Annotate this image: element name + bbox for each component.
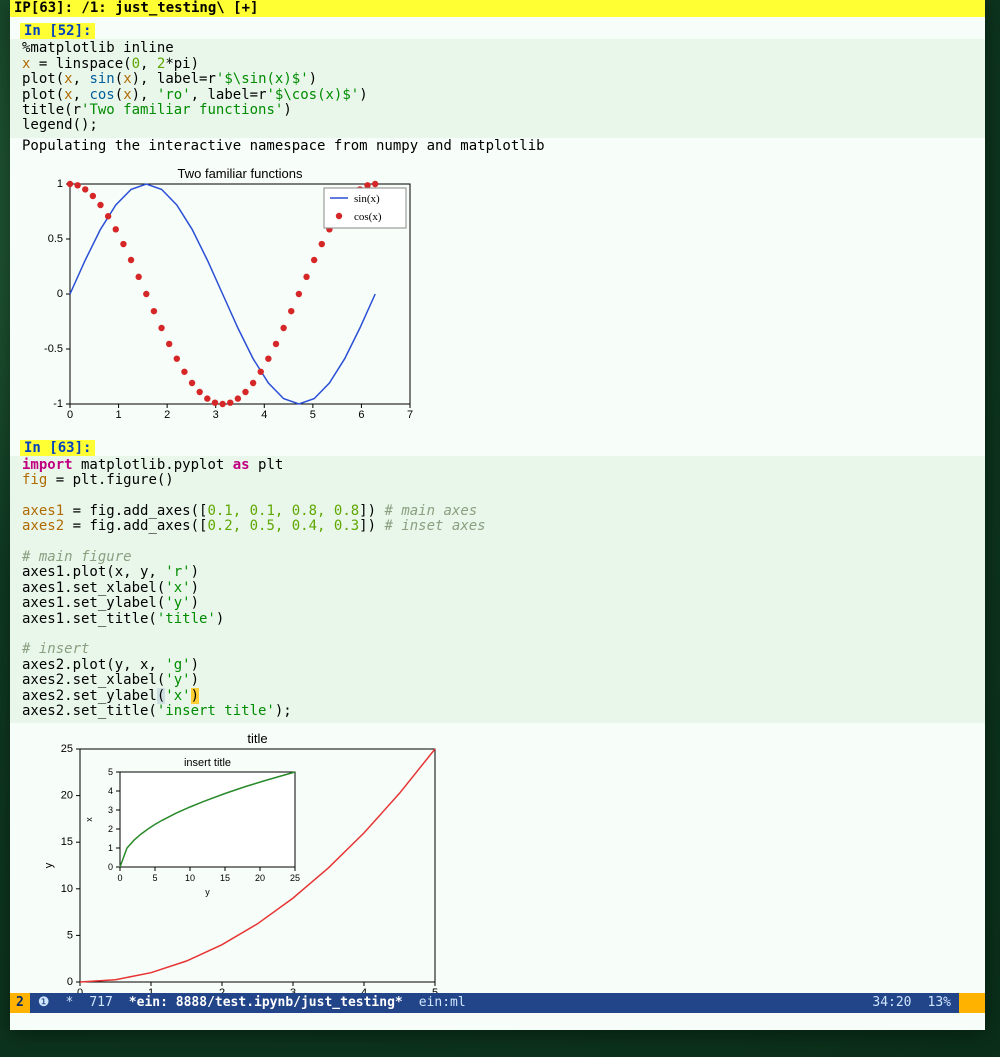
cell-prompt: In [63]: — [20, 440, 95, 456]
cursor-pos: 34:20 — [864, 995, 919, 1010]
window-number: ❶ — [30, 995, 58, 1010]
svg-text:3: 3 — [108, 805, 113, 815]
notebook-cell-52: In [52]: %matplotlib inline x = linspace… — [10, 17, 985, 433]
svg-text:x: x — [84, 817, 94, 822]
svg-text:3: 3 — [213, 409, 219, 421]
modified-indicator: * — [57, 995, 81, 1010]
svg-text:5: 5 — [310, 409, 316, 421]
plot-output-2: 0123450510152025titlexy0510152025012345i… — [10, 723, 985, 993]
svg-text:5: 5 — [108, 767, 113, 777]
svg-text:0: 0 — [67, 409, 73, 421]
svg-text:25: 25 — [61, 743, 73, 755]
svg-text:y: y — [43, 863, 55, 869]
emacs-frame: IP[63]: /1: just_testing\ [+] In [52]: %… — [10, 0, 985, 1030]
plot-output-1: 0 1 2 3 4 5 6 7 -1 -0.5 0 0.5 1 Two familiar function… — [10, 160, 985, 428]
svg-text:5: 5 — [67, 930, 73, 942]
svg-text:20: 20 — [61, 790, 73, 802]
line-count: 717 — [81, 995, 120, 1010]
code-input[interactable]: %matplotlib inline x = linspace(0, 2*pi)… — [10, 39, 985, 137]
svg-text:0: 0 — [67, 976, 73, 988]
scroll-pct: 13% — [920, 995, 959, 1010]
svg-text:y: y — [205, 887, 210, 897]
modeline-endcap — [959, 993, 985, 1012]
svg-text:6: 6 — [358, 409, 364, 421]
svg-text:-0.5: -0.5 — [44, 343, 63, 355]
svg-text:15: 15 — [61, 837, 73, 849]
tab-bar[interactable]: IP[63]: /1: just_testing\ [+] — [10, 0, 985, 17]
svg-text:15: 15 — [220, 873, 230, 883]
notebook-cell-63: In [63]: import matplotlib.pyplot as plt… — [10, 434, 985, 994]
buffer-content[interactable]: In [52]: %matplotlib inline x = linspace… — [10, 17, 985, 993]
chart-two-familiar-functions: 0 1 2 3 4 5 6 7 -1 -0.5 0 0.5 1 Two familiar function… — [30, 164, 420, 424]
svg-text:0: 0 — [108, 862, 113, 872]
cell-stdout: Populating the interactive namespace fro… — [10, 138, 985, 160]
svg-text:title: title — [247, 731, 267, 746]
major-mode: ein:ml — [411, 995, 474, 1010]
svg-text:0: 0 — [117, 873, 122, 883]
svg-text:1: 1 — [116, 409, 122, 421]
svg-text:7: 7 — [407, 409, 413, 421]
chart-inset-axes: 0123450510152025titlexy0510152025012345i… — [30, 727, 450, 993]
svg-text:cos(x): cos(x) — [354, 211, 382, 223]
svg-text:10: 10 — [185, 873, 195, 883]
svg-text:4: 4 — [108, 786, 113, 796]
svg-text:Two familiar functions: Two familiar functions — [178, 166, 303, 181]
svg-text:4: 4 — [261, 409, 267, 421]
svg-text:1: 1 — [108, 843, 113, 853]
svg-text:1: 1 — [57, 178, 63, 190]
workspace-badge[interactable]: 2 — [10, 993, 30, 1012]
svg-text:sin(x): sin(x) — [354, 193, 380, 205]
code-input[interactable]: import matplotlib.pyplot as plt fig = pl… — [10, 456, 985, 724]
svg-text:-1: -1 — [53, 398, 63, 410]
svg-text:25: 25 — [290, 873, 300, 883]
svg-text:0.5: 0.5 — [48, 233, 63, 245]
svg-text:10: 10 — [61, 883, 73, 895]
svg-text:5: 5 — [152, 873, 157, 883]
svg-text:insert title: insert title — [184, 757, 231, 769]
svg-text:2: 2 — [164, 409, 170, 421]
buffer-name[interactable]: *ein: 8888/test.ipynb/just_testing* — [121, 995, 411, 1010]
cell-prompt: In [52]: — [20, 23, 95, 39]
svg-text:20: 20 — [255, 873, 265, 883]
svg-text:0: 0 — [57, 288, 63, 300]
svg-text:2: 2 — [108, 824, 113, 834]
mode-line[interactable]: 2 ❶ * 717 *ein: 8888/test.ipynb/just_tes… — [10, 993, 985, 1012]
minibuffer[interactable] — [10, 1013, 985, 1030]
